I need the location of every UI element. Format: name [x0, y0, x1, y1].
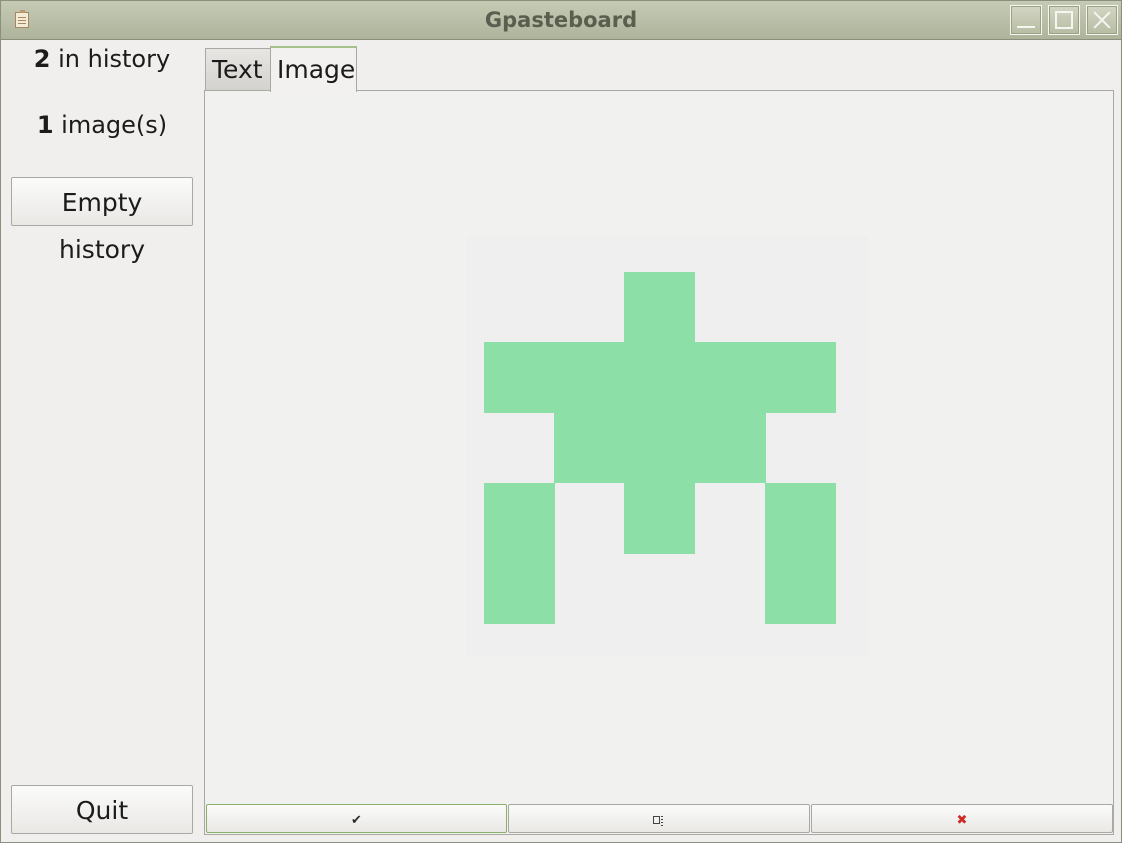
quit-button[interactable]: Quit [11, 785, 193, 834]
save-item-button[interactable] [508, 804, 810, 833]
image-pixel [484, 342, 555, 414]
history-count-value: 2 [33, 45, 51, 73]
image-pixel [624, 412, 696, 484]
tab-text[interactable]: Text [205, 48, 271, 91]
delete-item-button[interactable]: ✖ [811, 804, 1113, 833]
delete-icon: ✖ [956, 812, 968, 827]
image-count-label: 1 image(s) [1, 111, 203, 139]
use-item-button[interactable]: ✔ [206, 804, 507, 833]
image-count-text: image(s) [53, 111, 168, 139]
maximize-icon [1055, 11, 1073, 29]
app-window: Gpasteboard 2 in history 1 image(s) Empt… [0, 0, 1122, 843]
image-pixel [764, 482, 836, 554]
history-count-label: 2 in history [1, 45, 203, 73]
image-pixel [764, 552, 836, 624]
clipboard-image [467, 237, 868, 657]
image-pixel [484, 552, 555, 624]
image-count-value: 1 [36, 111, 54, 139]
history-count-text: in history [50, 45, 171, 73]
image-pixel [694, 342, 766, 414]
image-pixel [624, 342, 696, 414]
maximize-button[interactable] [1048, 5, 1080, 35]
title-bar[interactable]: Gpasteboard [1, 1, 1121, 40]
image-pixel [764, 342, 836, 414]
image-pixel [624, 482, 696, 554]
empty-history-button[interactable]: Empty history [11, 177, 193, 264]
save-to-file-icon [653, 815, 665, 826]
image-pixel [694, 412, 766, 484]
image-pixel [554, 342, 626, 414]
image-pixel [624, 272, 696, 343]
check-icon: ✔ [351, 812, 362, 827]
close-button[interactable] [1086, 5, 1118, 35]
minimize-icon [1017, 26, 1035, 28]
window-title: Gpasteboard [484, 8, 638, 32]
tab-image[interactable]: Image [270, 46, 357, 92]
image-pixel [554, 412, 626, 484]
image-pixel [484, 482, 555, 554]
minimize-button[interactable] [1010, 5, 1042, 35]
